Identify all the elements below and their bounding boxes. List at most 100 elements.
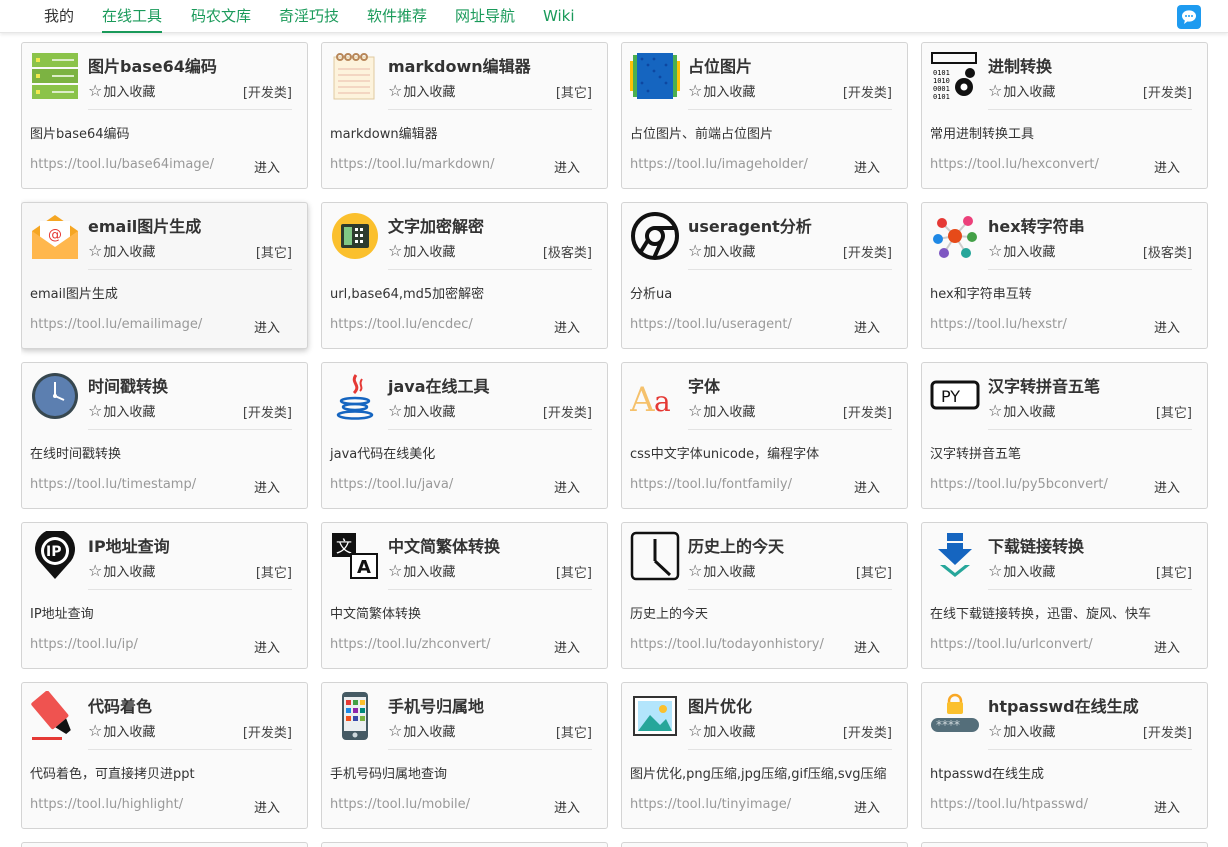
tool-url[interactable]: https://tool.lu/timestamp/	[30, 477, 196, 492]
nav-item-coder-library[interactable]: 码农文库	[191, 0, 251, 33]
tool-url[interactable]: https://tool.lu/zhconvert/	[330, 637, 491, 652]
tool-card[interactable]: 时间戳转换 ☆加入收藏 [开发类] 在线时间戳转换 https://tool.l…	[21, 362, 308, 509]
enter-link[interactable]: 进入	[254, 637, 280, 656]
tool-title[interactable]: 历史上的今天	[688, 533, 784, 557]
tool-title[interactable]: 占位图片	[688, 53, 752, 77]
tool-card[interactable]: 手机号归属地 ☆加入收藏 [其它] 手机号码归属地查询 https://tool…	[321, 682, 608, 829]
tool-title[interactable]: useragent分析	[688, 213, 812, 237]
tool-card[interactable]: 图片base64编码 ☆加入收藏 [开发类] 图片base64编码 https:…	[21, 42, 308, 189]
tool-card-partial[interactable]	[921, 842, 1208, 847]
tool-title[interactable]: htpasswd在线生成	[988, 693, 1139, 717]
enter-link[interactable]: 进入	[854, 477, 880, 496]
tool-card[interactable]: 图片优化 ☆加入收藏 [开发类] 图片优化,png压缩,jpg压缩,gif压缩,…	[621, 682, 908, 829]
tool-card-partial[interactable]	[21, 842, 308, 847]
tool-title[interactable]: 中文简繁体转换	[388, 533, 500, 557]
tool-url[interactable]: https://tool.lu/markdown/	[330, 157, 495, 172]
tool-title[interactable]: markdown编辑器	[388, 53, 531, 77]
favorite-button[interactable]: ☆加入收藏	[388, 721, 455, 740]
nav-item-url-nav[interactable]: 网址导航	[455, 0, 515, 33]
tool-url[interactable]: https://tool.lu/java/	[330, 477, 453, 492]
tool-title[interactable]: 时间戳转换	[88, 373, 168, 397]
favorite-button[interactable]: ☆加入收藏	[88, 81, 155, 100]
tool-title[interactable]: IP地址查询	[88, 533, 170, 557]
favorite-button[interactable]: ☆加入收藏	[88, 401, 155, 420]
enter-link[interactable]: 进入	[254, 157, 280, 176]
tool-url[interactable]: https://tool.lu/py5bconvert/	[930, 477, 1108, 492]
tool-url[interactable]: https://tool.lu/urlconvert/	[930, 637, 1093, 652]
tool-title[interactable]: 下载链接转换	[988, 533, 1084, 557]
enter-link[interactable]: 进入	[254, 477, 280, 496]
tool-card-partial[interactable]	[621, 842, 908, 847]
enter-link[interactable]: 进入	[854, 637, 880, 656]
favorite-button[interactable]: ☆加入收藏	[988, 241, 1055, 260]
tool-card[interactable]: 历史上的今天 ☆加入收藏 [其它] 历史上的今天 https://tool.lu…	[621, 522, 908, 669]
tool-title[interactable]: java在线工具	[388, 373, 490, 397]
tool-card[interactable]: @ email图片生成 ☆加入收藏 [其它] email图片生成 https:/…	[21, 202, 308, 349]
nav-item-wiki[interactable]: Wiki	[543, 0, 575, 33]
tool-card[interactable]: 0101 1010 0001 0101 进制转换 ☆加入收藏 [开发类] 常用进制转换…	[921, 42, 1208, 189]
favorite-button[interactable]: ☆加入收藏	[388, 241, 455, 260]
tool-card[interactable]: Aa 字体 ☆加入收藏 [开发类] css中文字体unicode，编程字体 ht…	[621, 362, 908, 509]
favorite-button[interactable]: ☆加入收藏	[688, 241, 755, 260]
favorite-button[interactable]: ☆加入收藏	[688, 81, 755, 100]
tool-card-partial[interactable]	[321, 842, 608, 847]
enter-link[interactable]: 进入	[1154, 157, 1180, 176]
nav-item-mine[interactable]: 我的	[44, 0, 74, 33]
tool-url[interactable]: https://tool.lu/htpasswd/	[930, 797, 1088, 812]
tool-card[interactable]: **** htpasswd在线生成 ☆加入收藏 [开发类] htpasswd在线…	[921, 682, 1208, 829]
nav-item-online-tools[interactable]: 在线工具	[102, 0, 163, 33]
enter-link[interactable]: 进入	[854, 157, 880, 176]
tool-title[interactable]: 汉字转拼音五笔	[988, 373, 1100, 397]
favorite-button[interactable]: ☆加入收藏	[688, 561, 755, 580]
favorite-button[interactable]: ☆加入收藏	[988, 401, 1055, 420]
chat-button[interactable]	[1177, 5, 1201, 29]
enter-link[interactable]: 进入	[1154, 637, 1180, 656]
favorite-button[interactable]: ☆加入收藏	[88, 241, 155, 260]
tool-url[interactable]: https://tool.lu/imageholder/	[630, 157, 808, 172]
enter-link[interactable]: 进入	[554, 477, 580, 496]
tool-card[interactable]: IP IP地址查询 ☆加入收藏 [其它] IP地址查询 https://tool…	[21, 522, 308, 669]
tool-url[interactable]: https://tool.lu/ip/	[30, 637, 138, 652]
tool-url[interactable]: https://tool.lu/tinyimage/	[630, 797, 791, 812]
tool-url[interactable]: https://tool.lu/highlight/	[30, 797, 183, 812]
tool-card[interactable]: 代码着色 ☆加入收藏 [开发类] 代码着色，可直接拷贝进ppt https://…	[21, 682, 308, 829]
tool-url[interactable]: https://tool.lu/hexconvert/	[930, 157, 1099, 172]
nav-item-tricks[interactable]: 奇淫巧技	[279, 0, 339, 33]
tool-title[interactable]: 文字加密解密	[388, 213, 484, 237]
tool-title[interactable]: 手机号归属地	[388, 693, 484, 717]
enter-link[interactable]: 进入	[554, 157, 580, 176]
favorite-button[interactable]: ☆加入收藏	[388, 401, 455, 420]
tool-url[interactable]: https://tool.lu/todayonhistory/	[630, 637, 824, 652]
enter-link[interactable]: 进入	[1154, 477, 1180, 496]
enter-link[interactable]: 进入	[254, 317, 280, 336]
favorite-button[interactable]: ☆加入收藏	[988, 721, 1055, 740]
enter-link[interactable]: 进入	[554, 317, 580, 336]
tool-url[interactable]: https://tool.lu/fontfamily/	[630, 477, 792, 492]
tool-title[interactable]: 字体	[688, 373, 720, 397]
tool-title[interactable]: email图片生成	[88, 213, 201, 237]
tool-card[interactable]: useragent分析 ☆加入收藏 [开发类] 分析ua https://too…	[621, 202, 908, 349]
enter-link[interactable]: 进入	[1154, 797, 1180, 816]
favorite-button[interactable]: ☆加入收藏	[988, 561, 1055, 580]
favorite-button[interactable]: ☆加入收藏	[388, 81, 455, 100]
tool-url[interactable]: https://tool.lu/hexstr/	[930, 317, 1067, 332]
tool-title[interactable]: hex转字符串	[988, 213, 1085, 237]
favorite-button[interactable]: ☆加入收藏	[388, 561, 455, 580]
tool-url[interactable]: https://tool.lu/emailimage/	[30, 317, 202, 332]
tool-title[interactable]: 图片base64编码	[88, 53, 217, 77]
enter-link[interactable]: 进入	[554, 797, 580, 816]
enter-link[interactable]: 进入	[854, 317, 880, 336]
tool-card[interactable]: 下载链接转换 ☆加入收藏 [其它] 在线下载链接转换，迅雷、旋风、快车 http…	[921, 522, 1208, 669]
nav-item-software[interactable]: 软件推荐	[367, 0, 427, 33]
tool-title[interactable]: 代码着色	[88, 693, 152, 717]
favorite-button[interactable]: ☆加入收藏	[988, 81, 1055, 100]
tool-card[interactable]: hex转字符串 ☆加入收藏 [极客类] hex和字符串互转 https://to…	[921, 202, 1208, 349]
tool-card[interactable]: 占位图片 ☆加入收藏 [开发类] 占位图片、前端占位图片 https://too…	[621, 42, 908, 189]
favorite-button[interactable]: ☆加入收藏	[88, 561, 155, 580]
favorite-button[interactable]: ☆加入收藏	[88, 721, 155, 740]
tool-url[interactable]: https://tool.lu/base64image/	[30, 157, 214, 172]
enter-link[interactable]: 进入	[254, 797, 280, 816]
tool-card[interactable]: java在线工具 ☆加入收藏 [开发类] java代码在线美化 https://…	[321, 362, 608, 509]
tool-url[interactable]: https://tool.lu/encdec/	[330, 317, 473, 332]
tool-url[interactable]: https://tool.lu/useragent/	[630, 317, 792, 332]
